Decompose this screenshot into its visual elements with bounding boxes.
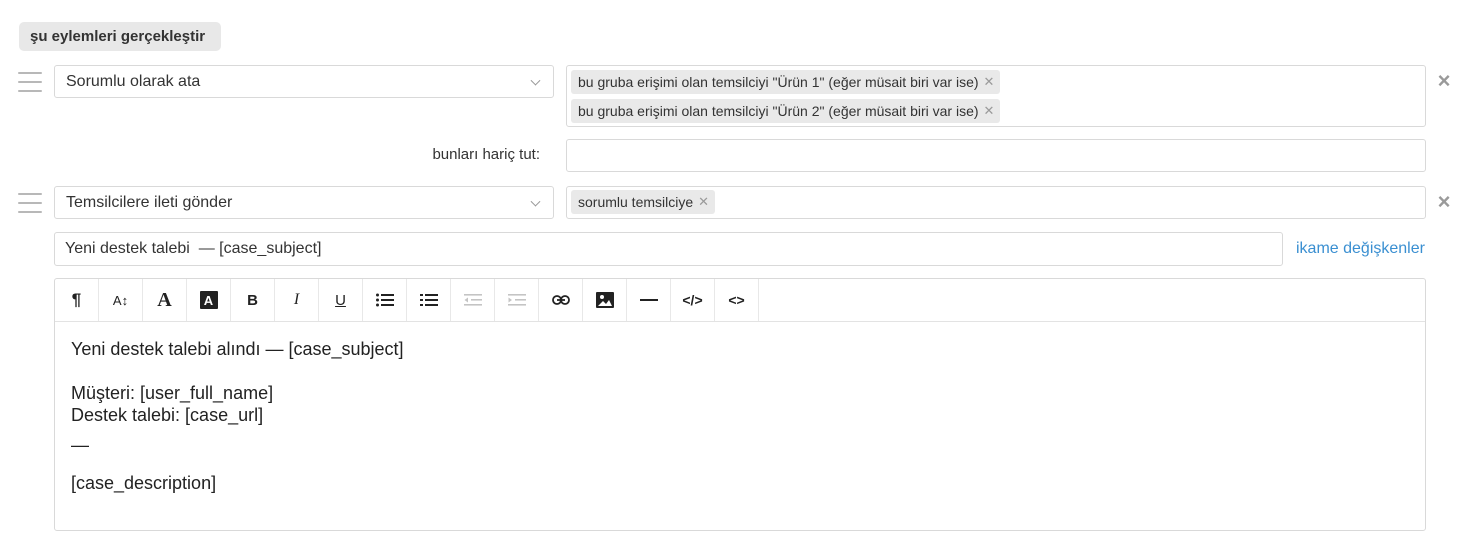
- section-title: şu eylemleri gerçekleştir: [19, 22, 221, 51]
- tag-label: bu gruba erişimi olan temsilciyi "Ürün 2…: [578, 103, 979, 119]
- body-line: Destek talebi: [case_url]: [71, 405, 264, 425]
- subject-value: Yeni destek talebi — [case_subject]: [65, 240, 322, 257]
- link-icon[interactable]: [539, 279, 583, 321]
- action-1-select-value: Sorumlu olarak ata: [66, 72, 201, 90]
- close-icon[interactable]: ✕: [698, 194, 709, 210]
- body-line: —: [71, 435, 89, 455]
- body-line: Müşteri: [user_full_name]: [71, 383, 274, 403]
- action-1-tags[interactable]: bu gruba erişimi olan temsilciyi "Ürün 1…: [566, 65, 1426, 127]
- chevron-down-icon: [530, 75, 541, 86]
- tag-label: bu gruba erişimi olan temsilciyi "Ürün 1…: [578, 74, 979, 90]
- background-color-icon[interactable]: A: [187, 279, 231, 321]
- image-icon[interactable]: [583, 279, 627, 321]
- horizontal-rule-icon[interactable]: [627, 279, 671, 321]
- tag: bu gruba erişimi olan temsilciyi "Ürün 1…: [571, 70, 1001, 94]
- font-color-icon[interactable]: A: [143, 279, 187, 321]
- numbered-list-icon[interactable]: [407, 279, 451, 321]
- body-line: [case_description]: [71, 473, 217, 493]
- code-view-icon[interactable]: </>: [671, 279, 715, 321]
- drag-handle-icon[interactable]: [18, 72, 42, 92]
- editor-toolbar: ¶ A↕ A A B I U </> <>: [55, 279, 1425, 322]
- tag: bu gruba erişimi olan temsilciyi "Ürün 2…: [571, 99, 1001, 123]
- italic-icon[interactable]: I: [275, 279, 319, 321]
- tag: sorumlu temsilciye ✕: [571, 190, 716, 214]
- indent-icon[interactable]: [495, 279, 539, 321]
- close-icon[interactable]: ×: [1436, 191, 1452, 213]
- action-2-select[interactable]: Temsilcilere ileti gönder: [54, 186, 554, 219]
- message-editor[interactable]: ¶ A↕ A A B I U </> <> Yeni destek talebi…: [54, 278, 1426, 531]
- action-2-select-value: Temsilcilere ileti gönder: [66, 193, 233, 211]
- close-icon[interactable]: ✕: [984, 103, 995, 119]
- close-icon[interactable]: ✕: [984, 74, 995, 90]
- subject-input[interactable]: Yeni destek talebi — [case_subject]: [54, 232, 1283, 266]
- font-size-icon[interactable]: A↕: [99, 279, 143, 321]
- body-line: Yeni destek talebi alındı — [case_subjec…: [71, 339, 404, 359]
- chevron-down-icon: [530, 196, 541, 207]
- action-2-tags[interactable]: sorumlu temsilciye ✕: [566, 186, 1426, 219]
- bold-icon[interactable]: B: [231, 279, 275, 321]
- action-1-select[interactable]: Sorumlu olarak ata: [54, 65, 554, 98]
- close-icon[interactable]: ×: [1436, 70, 1452, 92]
- tag-label: sorumlu temsilciye: [578, 194, 694, 210]
- substitution-variables-link[interactable]: ikame değişkenler: [1296, 240, 1425, 258]
- underline-icon[interactable]: U: [319, 279, 363, 321]
- bullet-list-icon[interactable]: [363, 279, 407, 321]
- outdent-icon[interactable]: [451, 279, 495, 321]
- embed-icon[interactable]: <>: [715, 279, 759, 321]
- drag-handle-icon[interactable]: [18, 193, 42, 213]
- paragraph-icon[interactable]: ¶: [55, 279, 99, 321]
- exclude-label: bunları hariç tut:: [432, 146, 540, 163]
- editor-content[interactable]: Yeni destek talebi alındı — [case_subjec…: [55, 322, 1425, 494]
- exclude-input[interactable]: [566, 139, 1426, 172]
